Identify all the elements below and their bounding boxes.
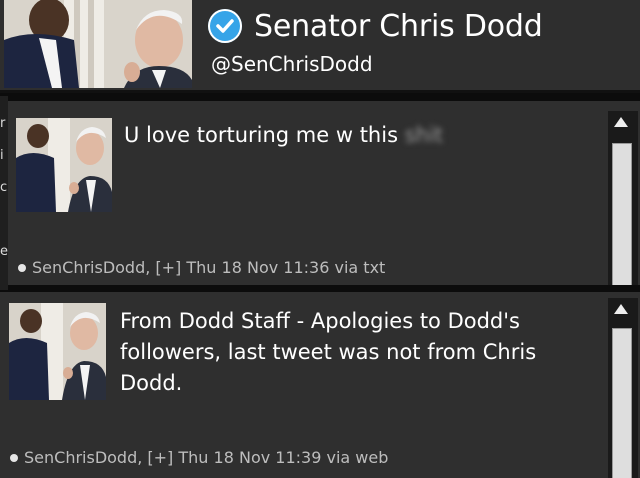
- header-divider: [0, 90, 640, 93]
- tweet-card[interactable]: From Dodd Staff - Apologies to Dodd's fo…: [0, 292, 640, 478]
- avatar-photo: [4, 0, 192, 88]
- tweet-meta: SenChrisDodd, [+] Thu 18 Nov 11:39 via w…: [10, 448, 388, 467]
- profile-avatar[interactable]: [4, 0, 192, 88]
- tweet-timestamp: Thu 18 Nov 11:36: [186, 258, 330, 277]
- left-strip-glyph: i: [0, 148, 4, 163]
- expand-link[interactable]: [+]: [147, 448, 173, 467]
- scrollbar-thumb[interactable]: [612, 143, 632, 285]
- left-strip-glyph: r: [0, 116, 6, 131]
- display-name: Senator Chris Dodd: [254, 8, 543, 44]
- scroll-up-arrow-icon[interactable]: [614, 117, 628, 127]
- tweet-card[interactable]: U love torturing me w this shit SenChris…: [8, 101, 640, 285]
- avatar-photo: [9, 303, 106, 400]
- profile-header: Senator Chris Dodd @SenChrisDodd: [0, 0, 640, 90]
- tweet-author[interactable]: SenChrisDodd: [32, 258, 145, 277]
- scrollbar[interactable]: [608, 111, 638, 285]
- tweet-avatar[interactable]: [16, 118, 112, 212]
- profile-name-row: Senator Chris Dodd: [208, 6, 543, 46]
- bullet-dot-icon: [10, 453, 18, 462]
- tweet-source: via txt: [334, 258, 386, 277]
- scroll-up-arrow-icon[interactable]: [614, 304, 628, 314]
- bullet-dot-icon: [18, 263, 26, 272]
- profile-handle[interactable]: @SenChrisDodd: [211, 52, 373, 76]
- left-strip-glyph: c: [0, 180, 8, 195]
- left-strip-glyph: e: [0, 244, 8, 259]
- tweet-author[interactable]: SenChrisDodd: [24, 448, 137, 467]
- expand-link[interactable]: [+]: [155, 258, 181, 277]
- tweet-meta: SenChrisDodd, [+] Thu 18 Nov 11:36 via t…: [18, 258, 385, 277]
- tweet-text-censored: shit: [404, 123, 444, 147]
- left-panel-edge: r i c e: [0, 96, 8, 290]
- avatar-photo: [16, 118, 112, 212]
- tweet-text-visible: U love torturing me w this: [124, 123, 399, 147]
- scrollbar[interactable]: [608, 298, 638, 478]
- tweet-source: via web: [326, 448, 389, 467]
- tweet-timestamp: Thu 18 Nov 11:39: [178, 448, 322, 467]
- tweet-avatar[interactable]: [9, 303, 106, 400]
- tweet-text: From Dodd Staff - Apologies to Dodd's fo…: [120, 309, 537, 395]
- scrollbar-thumb[interactable]: [612, 328, 632, 478]
- verified-check-icon: [208, 9, 242, 43]
- tweet-text: U love torturing me w this shit: [124, 119, 564, 151]
